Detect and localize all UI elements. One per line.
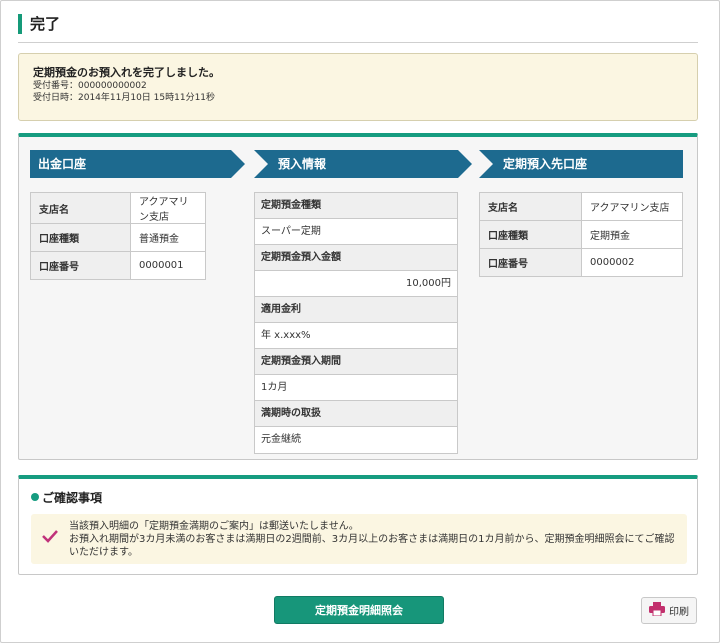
row-label: 支店名 <box>30 192 131 224</box>
completion-message: 定期預金のお預入れを完了しました。 <box>33 66 220 79</box>
destination-account-section: 定期預入先口座 支店名 アクアマリン支店 口座種類 定期預金 口座番号 0000002 <box>479 150 683 277</box>
row-value: 定期預金 <box>581 220 683 249</box>
fixed-deposit-inquiry-button[interactable]: 定期預金明細照会 <box>274 596 444 624</box>
row-label: 支店名 <box>479 192 582 221</box>
item-label: 定期預金預入金額 <box>255 245 457 271</box>
table-row: 支店名 アクアマリン支店 <box>479 192 683 221</box>
table-row: 口座種類 普通預金 <box>30 223 206 252</box>
confirmation-text: 当該預入明細の「定期預金満期のご案内」は郵送いたしません。 お預入れ期間が3カ月… <box>69 520 679 559</box>
deposit-info-list: 定期預金種類 スーパー定期 定期預金預入金額 10,000円 適用金利 年 x.… <box>254 192 458 454</box>
deposit-info-title: 預入情報 <box>278 157 327 171</box>
source-account-title: 出金口座 <box>38 157 87 171</box>
item-value: 1カ月 <box>255 375 457 401</box>
row-label: 口座種類 <box>30 223 131 252</box>
row-label: 口座種類 <box>479 220 582 249</box>
receipt-datetime: 受付日時：2014年11月10日 15時11分11秒 <box>33 93 216 103</box>
deposit-info-header: 預入情報 <box>254 150 472 178</box>
destination-account-header: 定期預入先口座 <box>479 150 683 178</box>
checkmark-icon <box>41 529 59 546</box>
row-label: 口座番号 <box>479 248 582 277</box>
confirmation-section: ご確認事項 当該預入明細の「定期預金満期のご案内」は郵送いたしません。 お預入れ… <box>18 475 698 575</box>
row-value: アクアマリン支店 <box>130 192 206 224</box>
confirmation-heading: ご確認事項 <box>31 489 102 506</box>
destination-account-table: 支店名 アクアマリン支店 口座種類 定期預金 口座番号 0000002 <box>479 192 683 277</box>
printer-icon <box>649 602 665 619</box>
item-value: 年 x.xxx% <box>255 323 457 349</box>
row-value: 普通預金 <box>130 223 206 252</box>
title-divider <box>18 42 698 43</box>
row-value: 0000001 <box>130 251 206 280</box>
confirmation-box: 当該預入明細の「定期預金満期のご案内」は郵送いたしません。 お預入れ期間が3カ月… <box>31 514 687 564</box>
row-value: 0000002 <box>581 248 683 277</box>
item-value: スーパー定期 <box>255 219 457 245</box>
details-panel: 出金口座 支店名 アクアマリン支店 口座種類 普通預金 口座番号 0000001 預入… <box>18 133 698 460</box>
deposit-info-section: 預入情報 定期預金種類 スーパー定期 定期預金預入金額 10,000円 適用金利… <box>254 150 472 454</box>
item-value: 元金継続 <box>261 434 301 445</box>
row-label: 口座番号 <box>30 251 131 280</box>
page-title: 完了 <box>18 14 60 34</box>
source-account-table: 支店名 アクアマリン支店 口座種類 普通預金 口座番号 0000001 <box>30 192 206 280</box>
confirmation-line: お預入れ期間が3カ月未満のお客さまは満期日の2週間前、3カ月以上のお客さまは満期… <box>69 534 675 558</box>
confirmation-title: ご確認事項 <box>42 491 103 505</box>
print-label: 印刷 <box>669 607 689 618</box>
receipt-number: 受付番号：000000000002 <box>33 81 147 91</box>
item-label: 満期時の取扱 <box>255 401 457 427</box>
destination-account-title: 定期預入先口座 <box>503 157 588 171</box>
source-account-header: 出金口座 <box>30 150 245 178</box>
item-label: 適用金利 <box>255 297 457 323</box>
item-value: 10,000円 <box>255 271 457 297</box>
table-row: 支店名 アクアマリン支店 <box>30 192 206 224</box>
table-row: 口座番号 0000001 <box>30 251 206 280</box>
item-label: 定期預金預入期間 <box>255 349 457 375</box>
table-row: 口座番号 0000002 <box>479 248 683 277</box>
print-button[interactable]: 印刷 <box>641 597 697 624</box>
row-value: アクアマリン支店 <box>581 192 683 221</box>
table-row: 口座種類 定期預金 <box>479 220 683 249</box>
bullet-dot <box>31 493 39 501</box>
source-account-section: 出金口座 支店名 アクアマリン支店 口座種類 普通預金 口座番号 0000001 <box>30 150 245 280</box>
completion-notice: 定期預金のお預入れを完了しました。 受付番号：000000000002 受付日時… <box>18 53 698 121</box>
item-label: 定期預金種類 <box>255 193 457 219</box>
confirmation-line: 当該預入明細の「定期預金満期のご案内」は郵送いたしません。 <box>69 521 359 532</box>
